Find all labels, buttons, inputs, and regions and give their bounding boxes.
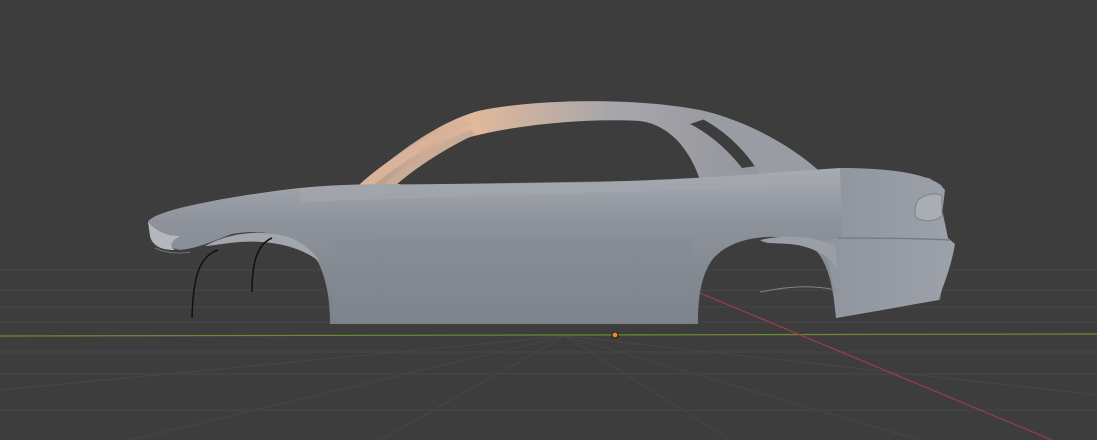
object-origin[interactable] (611, 331, 619, 339)
front-arch-line-1 (191, 249, 219, 319)
front-arch-line-2 (251, 237, 273, 293)
3d-viewport[interactable] (0, 0, 1097, 440)
car-body-mesh[interactable] (148, 101, 955, 324)
door-panel-shade (332, 236, 695, 322)
y-axis-line (0, 333, 1097, 337)
viewport-canvas[interactable] (0, 0, 1097, 440)
a-pillar (358, 120, 470, 186)
rear-arch-lip (759, 286, 837, 293)
